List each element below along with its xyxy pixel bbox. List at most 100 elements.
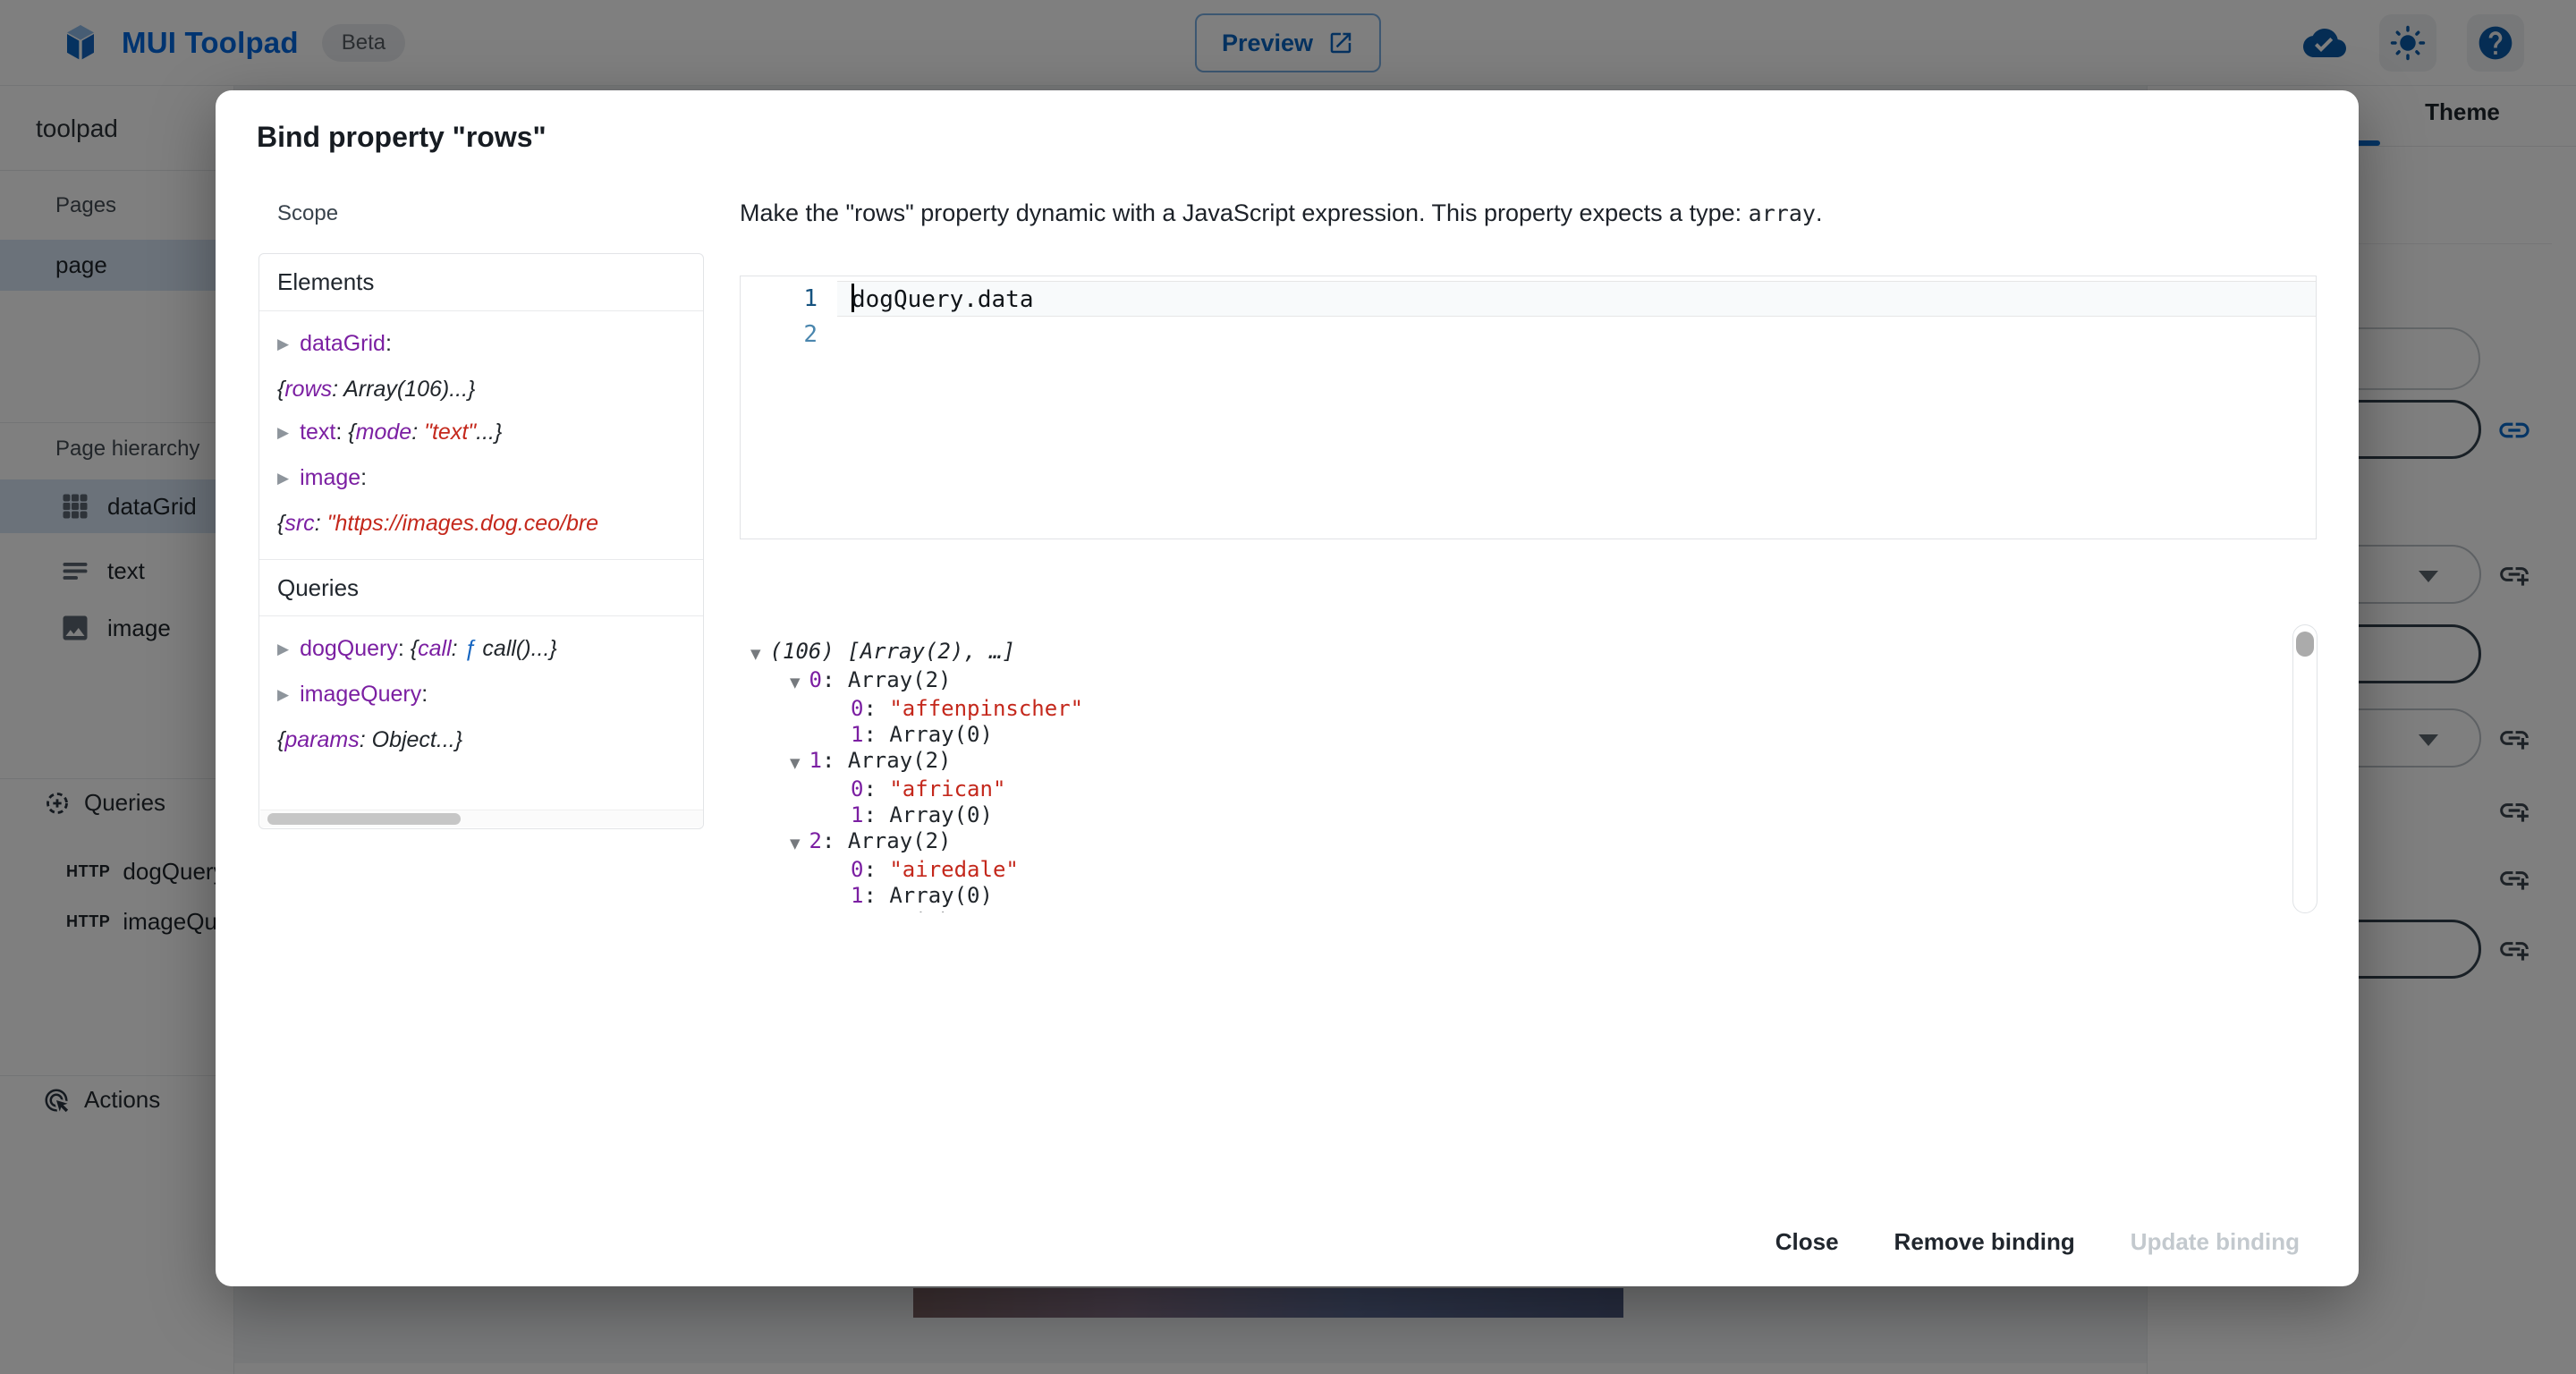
token-key: 1 [851,722,863,747]
token-key: 0 [809,667,822,692]
token-strI: "text" [424,420,476,445]
elements-list: dataGrid:{rows: Array(106)...}text: {mod… [259,311,703,559]
token-key: 1 [851,883,863,908]
token-plainI: : [411,420,424,445]
token-keyI: mode [356,420,412,445]
collapse-toggle-icon[interactable] [790,670,801,696]
token-key: dataGrid [300,331,386,356]
token-key: 0 [851,776,863,802]
token-plain: : Array(2) [822,909,952,912]
vertical-scrollbar-thumb[interactable] [2296,632,2314,657]
token-key: dogQuery [300,636,398,661]
tree-row[interactable]: 1: Array(2) [740,748,2292,776]
dialog-title: Bind property "rows" [257,121,547,154]
token-key: 1 [851,802,863,827]
token-fn: ƒ [464,636,477,661]
token-plain: : [863,696,889,721]
editor-line[interactable] [837,317,2316,352]
scope-row: {rows: Array(106)...} [277,368,703,411]
evaluation-preview-tree: (106) [Array(2), …]0: Array(2)0: "affenp… [740,617,2292,912]
line-number: 2 [741,317,837,352]
tree-row[interactable]: 0: Array(2) [740,667,2292,696]
editor-content[interactable]: dogQuery.data [837,276,2316,352]
token-plain: : Array(2) [822,667,952,692]
scope-row: {src: "https://images.dog.ceo/bre [277,502,703,545]
token-plainI: : Array(106)...} [332,377,475,402]
scope-row[interactable]: dataGrid: [277,322,703,368]
tree-row[interactable]: (106) [Array(2), …] [740,639,2292,667]
token-str: "african" [889,776,1005,802]
editor-active-line[interactable]: dogQuery.data [837,281,2316,317]
token-key: 0 [851,857,863,882]
token-key: 3 [809,909,822,912]
token-key: 2 [809,828,822,853]
token-key: text [300,420,335,445]
horizontal-scrollbar[interactable] [260,810,704,827]
elements-section-header: Elements [259,254,703,311]
token-plainI: ...} [476,420,502,445]
app-root: MUI Toolpad Beta Preview [0,0,2576,1374]
scope-row: {params: Object...} [277,718,703,761]
scope-label: Scope [277,201,338,226]
tree-row: 0: "affenpinscher" [740,696,2292,722]
token-key: 0 [851,696,863,721]
token-plainI: call()...} [476,636,556,661]
scope-row[interactable]: dogQuery: {call: ƒ call()...} [277,627,703,673]
horizontal-scrollbar-thumb[interactable] [267,813,461,825]
tree-row: 0: "airedale" [740,857,2292,883]
collapse-toggle-icon[interactable] [750,641,761,667]
token-plain: : Array(0) [863,722,993,747]
expand-toggle-icon[interactable] [277,674,289,717]
token-plainI: (106) [Array(2), …] [770,639,1016,664]
scope-explorer: Elements dataGrid:{rows: Array(106)...}t… [258,253,704,829]
dialog-actions: Close Remove binding Update binding [1752,1216,2323,1268]
token-plain: : [863,776,889,802]
queries-section-header: Queries [259,559,703,616]
scope-row[interactable]: image: [277,456,703,502]
token-plain: : [386,331,392,356]
collapse-toggle-icon[interactable] [790,831,801,857]
scope-row[interactable]: text: {mode: "text"...} [277,411,703,456]
token-plainI: { [348,420,355,445]
tree-row: 1: Array(0) [740,883,2292,909]
token-keyI: rows [284,377,332,402]
token-strI: "https://images.dog.ceo/bre [327,511,599,536]
dialog-description: Make the "rows" property dynamic with a … [740,199,1822,227]
token-keyI: call [418,636,452,661]
expand-toggle-icon[interactable] [277,323,289,366]
token-plain: : Array(0) [863,802,993,827]
token-keyI: src [284,511,314,536]
token-key: 1 [809,748,822,773]
close-button[interactable]: Close [1752,1216,1862,1268]
token-plainI: { [411,636,418,661]
tree-row[interactable]: 3: Array(2) [740,909,2292,912]
expand-toggle-icon[interactable] [277,628,289,671]
update-binding-button: Update binding [2107,1216,2323,1268]
expand-toggle-icon[interactable] [277,457,289,500]
vertical-scrollbar[interactable] [2292,624,2318,913]
collapse-toggle-icon[interactable] [790,751,801,776]
line-number: 1 [741,281,837,317]
token-plainI: : Object...} [360,727,462,752]
bind-property-dialog: Bind property "rows" Scope Elements data… [216,90,2359,1286]
tree-row: 1: Array(0) [740,802,2292,828]
token-plain: : Array(2) [822,828,952,853]
expand-toggle-icon[interactable] [277,411,289,454]
scope-row[interactable]: imageQuery: [277,673,703,718]
expected-type: array [1749,200,1816,226]
token-plainI: : [315,511,327,536]
token-plain: : Array(2) [822,748,952,773]
token-keyI: params [284,727,359,752]
js-expression-editor[interactable]: 1 2 dogQuery.data [740,276,2317,539]
remove-binding-button[interactable]: Remove binding [1871,1216,2098,1268]
token-str: "airedale" [889,857,1019,882]
tree-row: 0: "african" [740,776,2292,802]
tree-row: 1: Array(0) [740,722,2292,748]
token-plain: : [398,636,411,661]
description-text: Make the "rows" property dynamic with a … [740,199,1749,226]
editor-gutter: 1 2 [741,281,837,352]
token-plain: : [863,857,889,882]
tree-row[interactable]: 2: Array(2) [740,828,2292,857]
description-text: . [1816,199,1823,226]
token-plainI: : [452,636,464,661]
